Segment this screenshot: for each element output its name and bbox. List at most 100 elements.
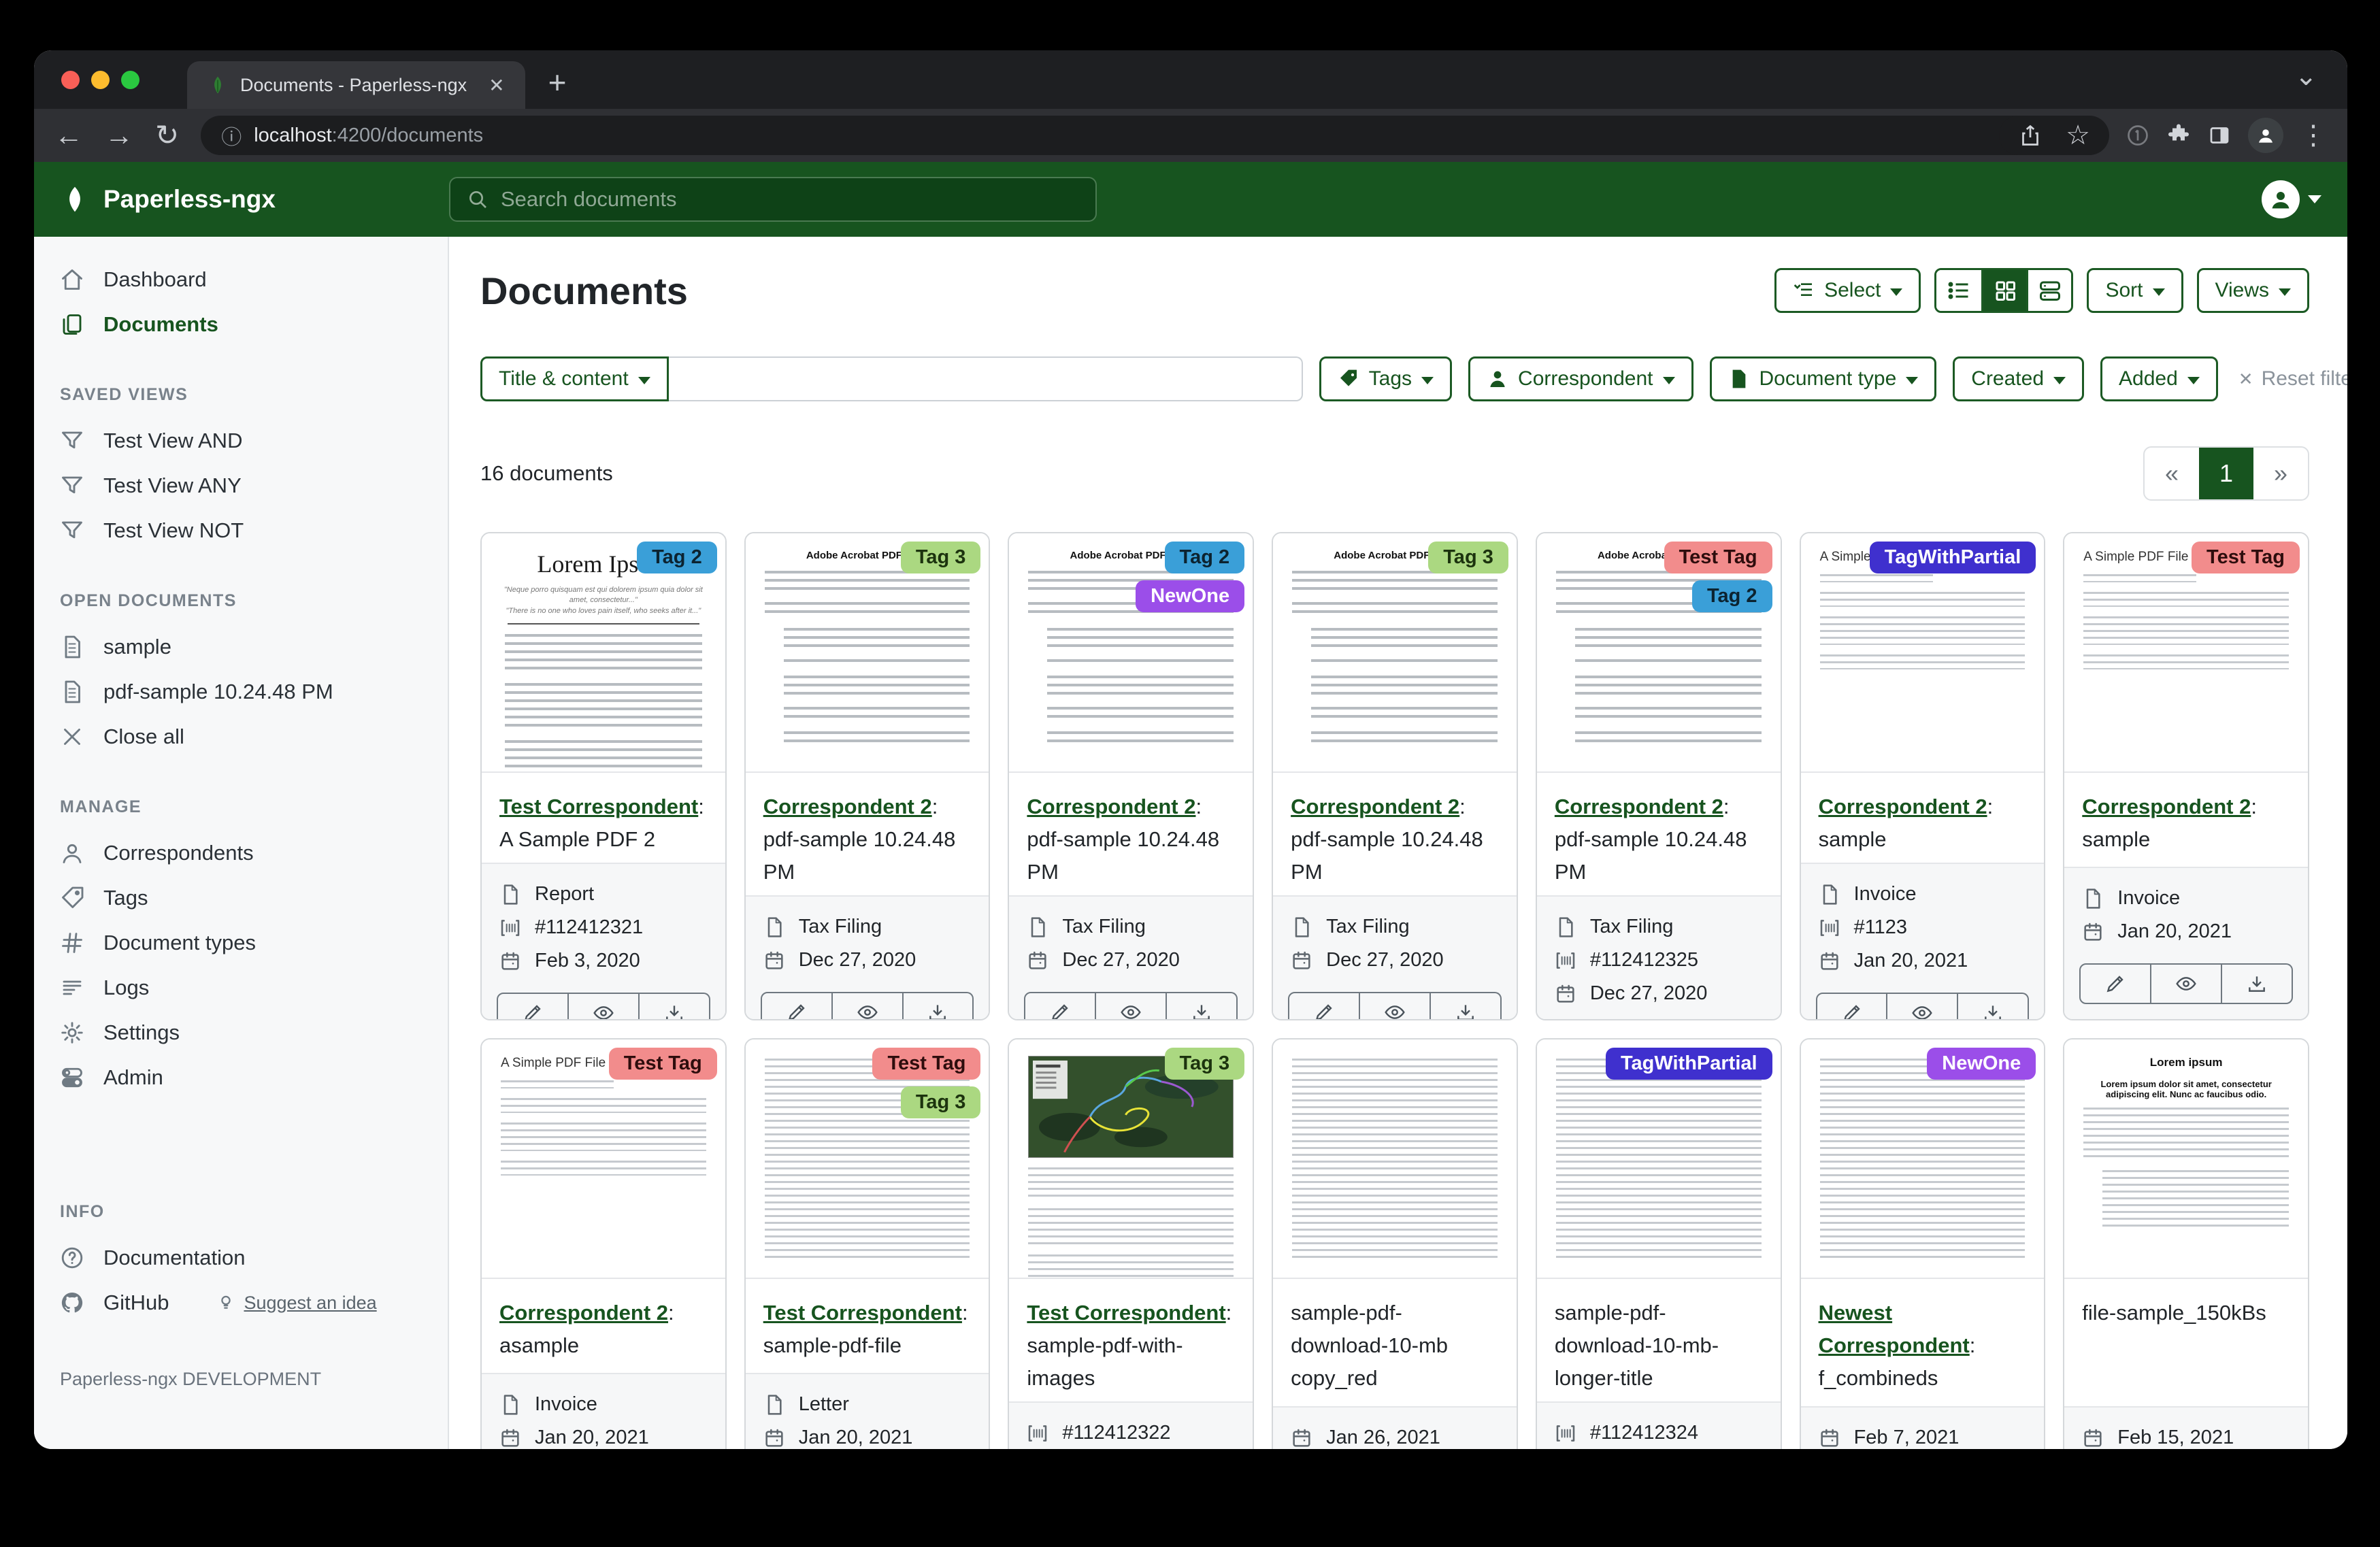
tag-badge[interactable]: Tag 2 — [1165, 542, 1245, 573]
tag-badge[interactable]: Test Tag — [872, 1048, 980, 1080]
browser-tab[interactable]: Documents - Paperless-ngx ✕ — [187, 61, 525, 109]
sidebar-item-close-all[interactable]: Close all — [34, 714, 448, 759]
document-thumbnail[interactable]: A Simple PDF File Test Tag — [2064, 533, 2308, 773]
close-window-button[interactable] — [61, 71, 80, 89]
new-tab-button[interactable]: + — [548, 64, 567, 101]
sidebar-item-admin[interactable]: Admin — [34, 1055, 448, 1100]
tag-badge[interactable]: Tag 2 — [637, 542, 717, 573]
document-type-filter-button[interactable]: Document type — [1710, 356, 1937, 401]
preview-button[interactable] — [2151, 963, 2222, 1004]
tag-badge[interactable]: TagWithPartial — [1606, 1048, 1772, 1080]
sidebar-item-document-types[interactable]: Document types — [34, 920, 448, 965]
sidebar-item-tags[interactable]: Tags — [34, 876, 448, 920]
site-info-icon[interactable]: ⓘ — [221, 120, 242, 150]
minimize-window-button[interactable] — [91, 71, 110, 89]
global-search[interactable] — [449, 177, 1097, 222]
sidebar-item-documents[interactable]: Documents — [34, 302, 448, 347]
address-bar[interactable]: ⓘ localhost:4200/documents — [201, 116, 2064, 155]
document-title[interactable]: sample-pdf-download-10-mb copy_red — [1273, 1279, 1517, 1406]
view-grid-button[interactable] — [1981, 270, 2026, 311]
sidebar-item-settings[interactable]: Settings — [34, 1010, 448, 1055]
edit-button[interactable] — [1024, 992, 1096, 1020]
user-menu[interactable] — [2262, 180, 2321, 218]
sidebar-item-pdf-sample-10-24-48-pm[interactable]: pdf-sample 10.24.48 PM — [34, 669, 448, 714]
tab-search-chevron-icon[interactable]: ⌄ — [2294, 63, 2317, 90]
document-thumbnail[interactable]: A Simple PDF File TagWithPartial — [1801, 533, 2045, 773]
preview-button[interactable] — [833, 992, 904, 1020]
correspondent-link[interactable]: Correspondent 2 — [2082, 795, 2251, 818]
tag-badge[interactable]: NewOne — [1927, 1048, 2036, 1080]
edit-button[interactable] — [761, 992, 833, 1020]
correspondent-link[interactable]: Test Correspondent — [1027, 1301, 1225, 1325]
page-prev-button[interactable]: « — [2145, 448, 2199, 499]
tag-badge[interactable]: Test Tag — [2192, 542, 2300, 573]
document-title[interactable]: Test Correspondent: sample-pdf-with-imag… — [1009, 1279, 1253, 1401]
document-thumbnail[interactable]: A Simple PDF File Test Tag — [482, 1039, 725, 1279]
document-thumbnail[interactable]: Test Tag Tag 3 — [746, 1039, 989, 1279]
app-brand[interactable]: Paperless-ngx — [60, 184, 449, 214]
maximize-window-button[interactable] — [121, 71, 139, 89]
tag-badge[interactable]: Tag 3 — [1428, 542, 1508, 573]
window-controls[interactable] — [61, 50, 139, 109]
back-icon[interactable]: ← — [54, 121, 83, 150]
suggest-idea-link[interactable]: Suggest an idea — [216, 1293, 376, 1314]
preview-button[interactable] — [1360, 992, 1431, 1020]
extensions-puzzle-icon[interactable] — [2166, 123, 2191, 148]
download-button[interactable] — [1431, 992, 1502, 1020]
document-title[interactable]: Correspondent 2: sample — [1801, 773, 2045, 863]
correspondent-link[interactable]: Correspondent 2 — [1555, 795, 1723, 818]
sort-button[interactable]: Sort — [2087, 268, 2183, 313]
view-list-button[interactable] — [1936, 270, 1981, 311]
correspondent-link[interactable]: Correspondent 2 — [1027, 795, 1195, 818]
document-title[interactable]: Test Correspondent: sample-pdf-file — [746, 1279, 989, 1373]
filter-text-input[interactable] — [669, 356, 1303, 401]
browser-profile-avatar[interactable] — [2248, 118, 2283, 153]
sidebar-item-test-view-not[interactable]: Test View NOT — [34, 508, 448, 553]
document-title[interactable]: Correspondent 2: pdf-sample 10.24.48 PM — [1537, 773, 1781, 895]
edit-button[interactable] — [497, 993, 569, 1020]
page-next-button[interactable]: » — [2253, 448, 2308, 499]
sidebar-item-test-view-and[interactable]: Test View AND — [34, 418, 448, 463]
document-title[interactable]: Correspondent 2: sample — [2064, 773, 2308, 867]
edit-button[interactable] — [1288, 992, 1360, 1020]
tags-filter-button[interactable]: Tags — [1319, 356, 1452, 401]
document-thumbnail[interactable]: NewOne — [1801, 1039, 2045, 1279]
tab-close-icon[interactable]: ✕ — [489, 74, 504, 97]
document-thumbnail[interactable]: Lorem ipsumLorem ipsum dolor sit amet, c… — [2064, 1039, 2308, 1279]
select-button[interactable]: Select — [1774, 268, 1921, 313]
share-icon[interactable] — [2018, 123, 2043, 148]
tag-badge[interactable]: TagWithPartial — [1870, 542, 2036, 573]
preview-button[interactable] — [1096, 992, 1167, 1020]
views-button[interactable]: Views — [2197, 268, 2309, 313]
document-thumbnail[interactable]: Adobe Acrobat PDF Files Test TagTag 2 — [1537, 533, 1781, 773]
browser-menu-icon[interactable]: ⋮ — [2300, 120, 2327, 151]
tag-badge[interactable]: Tag 3 — [901, 1086, 981, 1118]
document-thumbnail[interactable]: Adobe Acrobat PDF Files Tag 3 — [746, 533, 989, 773]
tag-badge[interactable]: Tag 3 — [1165, 1048, 1245, 1080]
download-button[interactable] — [1958, 993, 2029, 1020]
extension-badge-icon[interactable] — [2126, 123, 2150, 148]
correspondent-link[interactable]: Test Correspondent — [763, 1301, 962, 1325]
correspondent-link[interactable]: Correspondent 2 — [499, 1301, 668, 1325]
document-title[interactable]: Correspondent 2: pdf-sample 10.24.48 PM — [746, 773, 989, 895]
sidebar-item-logs[interactable]: Logs — [34, 965, 448, 1010]
document-title[interactable]: file-sample_150kBs — [2064, 1279, 2308, 1406]
edit-button[interactable] — [1816, 993, 1888, 1020]
sidebar-item-github[interactable]: GitHubSuggest an idea — [34, 1280, 448, 1325]
document-thumbnail[interactable]: Adobe Acrobat PDF Files Tag 3 — [1273, 533, 1517, 773]
correspondent-link[interactable]: Correspondent 2 — [1819, 795, 1987, 818]
document-title[interactable]: Correspondent 2: pdf-sample 10.24.48 PM — [1273, 773, 1517, 895]
download-button[interactable] — [1167, 992, 1238, 1020]
download-button[interactable] — [904, 992, 974, 1020]
download-button[interactable] — [2222, 963, 2293, 1004]
edit-button[interactable] — [2079, 963, 2151, 1004]
bookmark-star-icon[interactable]: ☆ — [2066, 120, 2090, 151]
view-cards-button[interactable] — [2026, 270, 2071, 311]
tag-badge[interactable]: Tag 2 — [1692, 580, 1772, 612]
document-thumbnail[interactable]: TagWithPartial — [1537, 1039, 1781, 1279]
correspondent-link[interactable]: Test Correspondent — [499, 795, 698, 818]
correspondent-link[interactable]: Newest Correspondent — [1819, 1301, 1970, 1357]
preview-button[interactable] — [1887, 993, 1958, 1020]
added-filter-button[interactable]: Added — [2100, 356, 2218, 401]
tag-badge[interactable]: NewOne — [1136, 580, 1244, 612]
